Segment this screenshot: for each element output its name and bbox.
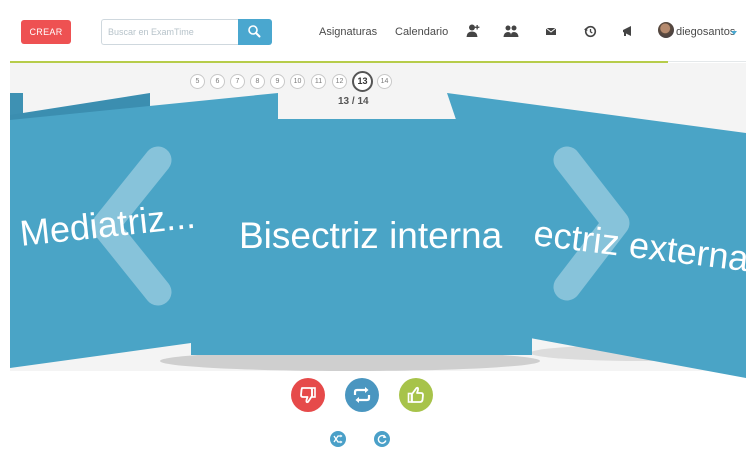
page-counter: 13 / 14 — [338, 96, 369, 107]
search-icon — [248, 25, 261, 38]
add-friend-icon[interactable] — [463, 22, 481, 40]
repeat-button[interactable] — [345, 378, 379, 412]
current-card-text: Bisectriz interna — [239, 215, 503, 256]
mail-icon[interactable] — [542, 22, 560, 40]
user-menu[interactable]: diegosantos — [676, 26, 735, 38]
restart-button[interactable] — [374, 431, 390, 447]
repeat-icon — [353, 387, 371, 403]
page-button[interactable]: 5 — [190, 74, 205, 89]
page-button-current[interactable]: 13 — [352, 71, 373, 92]
page-button[interactable]: 14 — [377, 74, 392, 89]
know-button[interactable] — [399, 378, 433, 412]
page-button[interactable]: 10 — [290, 74, 305, 89]
page-button[interactable]: 11 — [311, 74, 326, 89]
chevron-down-icon[interactable] — [731, 31, 737, 35]
group-icon[interactable] — [502, 22, 520, 40]
progress-track — [668, 61, 746, 62]
refresh-icon — [377, 434, 387, 444]
thumbs-down-icon — [300, 387, 316, 404]
shuffle-icon — [333, 434, 343, 444]
page-button[interactable]: 6 — [210, 74, 225, 89]
page-button[interactable]: 12 — [332, 74, 347, 89]
page-button[interactable]: 8 — [250, 74, 265, 89]
megaphone-icon[interactable] — [619, 22, 637, 40]
search-input[interactable] — [101, 19, 239, 45]
shuffle-button[interactable] — [330, 431, 346, 447]
history-icon[interactable] — [581, 22, 599, 40]
page-button[interactable]: 9 — [270, 74, 285, 89]
nav-calendario[interactable]: Calendario — [395, 26, 448, 38]
top-navigation-bar: CREAR Asignaturas Calendario diegosantos — [0, 0, 746, 63]
flashcard-stage: Mediatriz... Bisectriz interna ectriz ex… — [10, 63, 746, 453]
dont-know-button[interactable] — [291, 378, 325, 412]
create-button[interactable]: CREAR — [21, 20, 71, 44]
avatar[interactable] — [658, 22, 674, 38]
thumbs-up-icon — [407, 386, 424, 403]
page-button[interactable]: 7 — [230, 74, 245, 89]
search-button[interactable] — [238, 19, 272, 45]
nav-asignaturas[interactable]: Asignaturas — [319, 26, 377, 38]
